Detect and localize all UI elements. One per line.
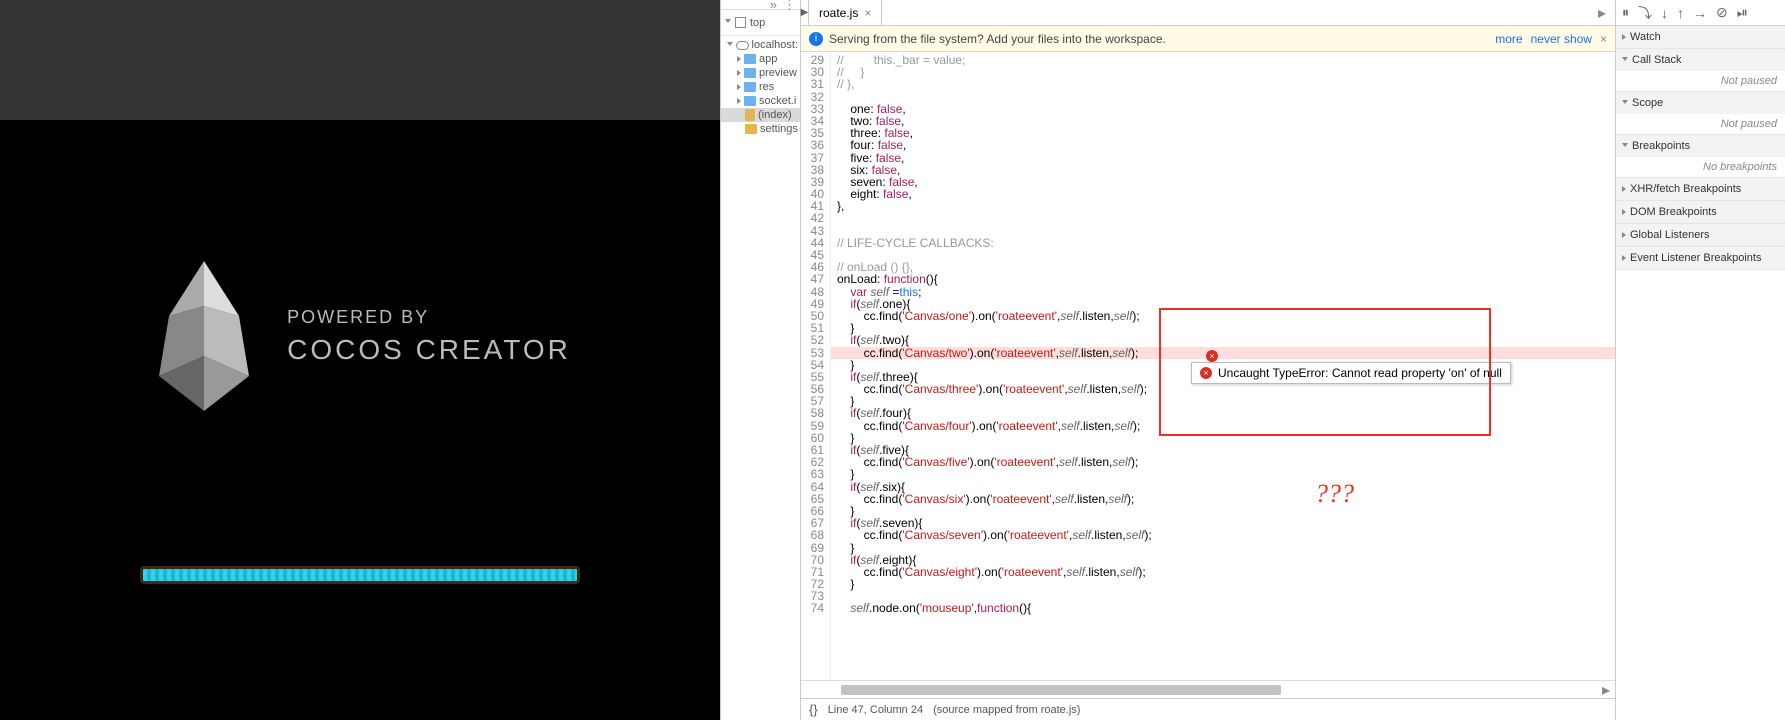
game-body: POWERED BY COCOS CREATOR (0, 120, 720, 720)
devtools: »⋮ top localhost: app preview res socket… (720, 0, 1785, 720)
caret-icon[interactable] (725, 19, 731, 26)
pause-icon[interactable]: ⏸ (1622, 4, 1629, 21)
section-breakpoints[interactable]: Breakpoints (1616, 135, 1785, 157)
section-watch[interactable]: Watch (1616, 26, 1785, 48)
error-marker-icon[interactable]: × (1206, 350, 1218, 362)
tree-folder[interactable]: preview (721, 66, 800, 80)
code-editor: ▶ roate.js× ▸ i Serving from the file sy… (801, 0, 1615, 720)
tab-list-icon[interactable]: ▶ (801, 0, 809, 25)
info-text: Serving from the file system? Add your f… (829, 32, 1166, 46)
section-dom-bp[interactable]: DOM Breakpoints (1616, 201, 1785, 223)
section-event-bp[interactable]: Event Listener Breakpoints (1616, 247, 1785, 269)
error-icon: × (1200, 367, 1212, 379)
braces-icon[interactable]: {} (809, 702, 818, 717)
section-xhr-bp[interactable]: XHR/fetch Breakpoints (1616, 178, 1785, 200)
tree-file-index[interactable]: (index) (721, 108, 800, 122)
tab-overflow-icon[interactable]: ▸ (1589, 0, 1615, 25)
debugger-toolbar: ⏸ ⤵ ↓ ↑ → ⊘ ⏯ (1616, 0, 1785, 26)
section-scope[interactable]: Scope (1616, 92, 1785, 114)
editor-status-bar: {} Line 47, Column 24 (source mapped fro… (801, 698, 1615, 720)
loading-progress (140, 566, 580, 584)
step-into-icon[interactable]: ↓ (1661, 5, 1668, 21)
close-icon[interactable]: × (864, 6, 871, 20)
source-map-label: (source mapped from roate.js) (933, 704, 1080, 716)
info-more-link[interactable]: more (1495, 32, 1522, 46)
tree-folder[interactable]: res (721, 80, 800, 94)
tab-roate[interactable]: roate.js× (809, 0, 882, 25)
workspace-info-bar: i Serving from the file system? Add your… (801, 26, 1615, 52)
frame-icon (735, 17, 746, 28)
step-over-icon[interactable]: ⤵ (1638, 3, 1652, 23)
sources-panel: »⋮ top localhost: app preview res socket… (721, 0, 801, 720)
section-global-listeners[interactable]: Global Listeners (1616, 224, 1785, 246)
error-tooltip: × Uncaught TypeError: Cannot read proper… (1191, 362, 1511, 384)
section-callstack[interactable]: Call Stack (1616, 49, 1785, 71)
info-close-icon[interactable]: × (1600, 32, 1607, 46)
game-preview: POWERED BY COCOS CREATOR (0, 0, 720, 720)
tree-folder[interactable]: socket.i (721, 94, 800, 108)
deactivate-bp-icon[interactable]: ⊘ (1716, 4, 1728, 21)
step-out-icon[interactable]: ↑ (1677, 5, 1684, 21)
pause-exceptions-icon[interactable]: ⏯ (1737, 4, 1748, 21)
tree-file-settings[interactable]: settings (721, 122, 800, 136)
cocos-logo-icon (149, 256, 259, 416)
editor-tabs: ▶ roate.js× ▸ (801, 0, 1615, 26)
frame-top[interactable]: top (750, 17, 765, 29)
cocos-title: COCOS CREATOR (287, 334, 571, 366)
tree-folder[interactable]: app (721, 52, 800, 66)
game-top-bar (0, 0, 720, 120)
step-icon[interactable]: → (1693, 5, 1707, 21)
info-never-link[interactable]: never show (1531, 32, 1592, 46)
powered-by-label: POWERED BY (287, 307, 571, 328)
cursor-position: Line 47, Column 24 (828, 704, 923, 716)
code-area[interactable]: 2930313233343536373839404142434445464748… (801, 52, 1615, 680)
horizontal-scrollbar[interactable]: ▸ (801, 680, 1615, 698)
info-icon: i (809, 32, 823, 46)
debugger-panel: ⏸ ⤵ ↓ ↑ → ⊘ ⏯ Watch Call StackNot paused… (1615, 0, 1785, 720)
cloud-icon (736, 41, 749, 50)
tree-host[interactable]: localhost: (721, 38, 800, 52)
annotation-qmarks: ??? (1315, 479, 1354, 509)
